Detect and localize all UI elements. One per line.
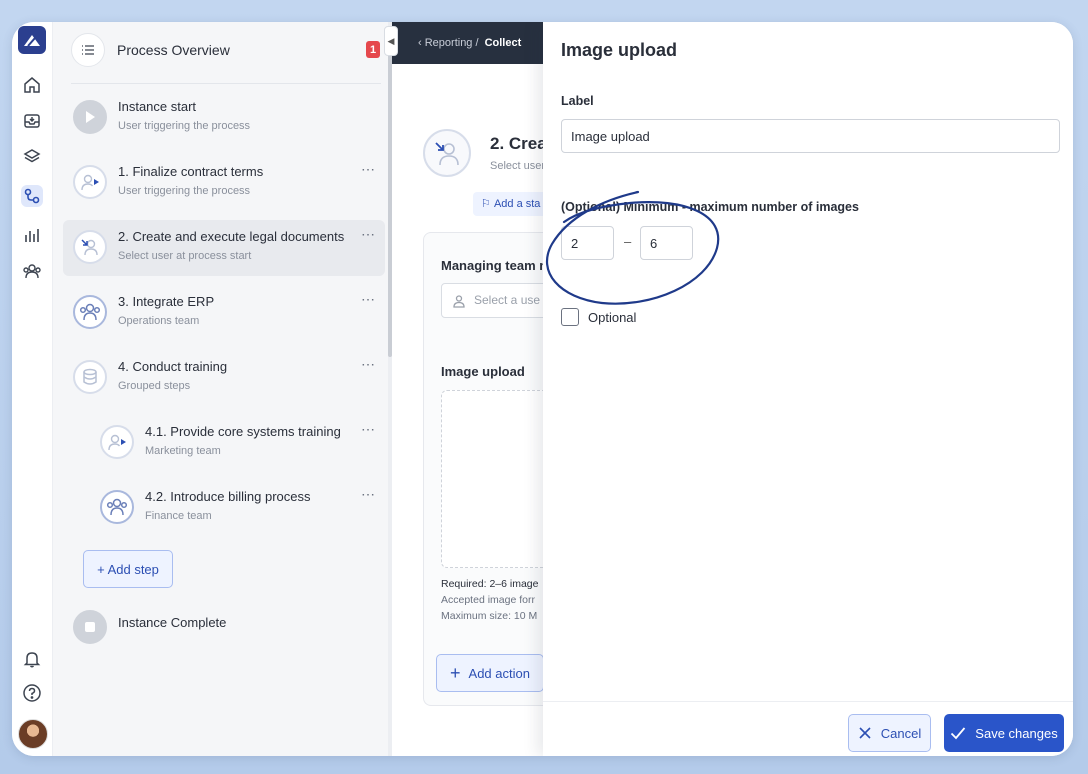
flag-icon: ⚐: [481, 198, 491, 210]
label-input[interactable]: [561, 119, 1060, 153]
layers-icon[interactable]: [21, 146, 43, 168]
min-images-input[interactable]: [561, 226, 614, 260]
step-subtitle: Grouped steps: [118, 380, 191, 392]
close-icon: [859, 727, 871, 739]
notification-badge: 1: [366, 41, 380, 58]
panel-title: Image upload: [561, 40, 678, 60]
range-separator: –: [624, 234, 632, 249]
max-images-input[interactable]: [640, 226, 693, 260]
step-subtitle: Operations team: [118, 315, 200, 327]
breadcrumb-reporting[interactable]: Reporting: [425, 37, 473, 49]
collapse-sidebar-button[interactable]: ◀: [384, 26, 398, 56]
add-step-button[interactable]: + Add step: [83, 550, 173, 588]
add-action-label: Add action: [468, 665, 530, 681]
step-title: 2. Create and execute legal documents: [118, 229, 345, 244]
step-title: Instance start: [118, 99, 197, 114]
team-icon: [100, 490, 134, 524]
user-assign-icon: [423, 129, 471, 177]
label-heading: Label: [561, 94, 594, 108]
divider: [71, 83, 381, 84]
step-instance-complete[interactable]: Instance Complete: [63, 600, 385, 656]
play-icon: [73, 100, 107, 134]
save-changes-button[interactable]: Save changes: [944, 714, 1064, 752]
analytics-icon[interactable]: [21, 224, 43, 246]
requirement-size: Maximum size: 10 M: [441, 610, 538, 622]
more-options-icon[interactable]: ⋯: [361, 421, 376, 438]
user-select-placeholder: Select a use: [474, 293, 541, 307]
logo-icon[interactable]: [18, 26, 46, 54]
step-subtitle: Finance team: [145, 510, 212, 522]
cancel-button[interactable]: Cancel: [848, 714, 931, 752]
step-title: 3. Integrate ERP: [118, 294, 215, 309]
requirement-count: Required: 2–6 image: [441, 578, 539, 590]
step-finalize-contract[interactable]: 1. Finalize contract terms User triggeri…: [63, 155, 385, 211]
optional-checkbox-label[interactable]: Optional: [588, 310, 636, 325]
process-overview-title: Process Overview: [117, 42, 230, 58]
cancel-label: Cancel: [880, 725, 922, 741]
more-options-icon[interactable]: ⋯: [361, 291, 376, 308]
step-title: Instance Complete: [118, 615, 227, 630]
app-window: Process Overview 1 Instance start User t…: [12, 22, 1073, 756]
step-core-systems-training[interactable]: 4.1. Provide core systems training Marke…: [63, 415, 385, 471]
inbox-icon[interactable]: [21, 110, 43, 132]
step-subtitle: Marketing team: [145, 445, 221, 457]
user-icon: [453, 295, 465, 308]
icon-rail: [12, 22, 53, 756]
image-upload-panel: Image upload Label (Optional) Minimum - …: [543, 22, 1073, 756]
team-icon: [73, 295, 107, 329]
help-icon[interactable]: [21, 682, 43, 704]
home-icon[interactable]: [21, 74, 43, 96]
user-play-icon: [100, 425, 134, 459]
user-play-icon: [73, 165, 107, 199]
process-overview-header[interactable]: Process Overview 1: [71, 33, 381, 67]
bell-icon[interactable]: [21, 648, 43, 670]
stop-icon: [73, 610, 107, 644]
user-assign-icon: [73, 230, 107, 264]
upload-requirements: Required: 2–6 image Accepted image forr …: [441, 576, 538, 624]
plus-icon: +: [450, 662, 461, 683]
more-options-icon[interactable]: ⋯: [361, 486, 376, 503]
step-integrate-erp[interactable]: 3. Integrate ERP Operations team ⋯: [63, 285, 385, 341]
check-icon: [951, 727, 966, 740]
more-options-icon[interactable]: ⋯: [361, 226, 376, 243]
step-introduce-billing[interactable]: 4.2. Introduce billing process Finance t…: [63, 480, 385, 536]
step-title: 1. Finalize contract terms: [118, 164, 264, 179]
team-icon[interactable]: [21, 260, 43, 282]
more-options-icon[interactable]: ⋯: [361, 161, 376, 178]
breadcrumb: ‹ Reporting / Collect: [392, 22, 552, 64]
breadcrumb-current[interactable]: Collect: [485, 37, 522, 49]
stack-icon: [73, 360, 107, 394]
step-title: 4.2. Introduce billing process: [145, 489, 311, 504]
list-icon: [71, 33, 105, 67]
step-conduct-training[interactable]: 4. Conduct training Grouped steps ⋯: [63, 350, 385, 406]
add-status-label: Add a sta: [493, 198, 541, 210]
step-title: 4. Conduct training: [118, 359, 228, 374]
step-subtitle: User triggering the process: [118, 120, 251, 132]
requirement-format: Accepted image forr: [441, 594, 535, 606]
save-changes-label: Save changes: [975, 725, 1058, 741]
step-assignment: Select user: [490, 160, 546, 172]
workflow-icon[interactable]: [21, 185, 43, 207]
add-action-button[interactable]: + Add action: [436, 654, 544, 692]
image-count-range-label: (Optional) Minimum - maximum number of i…: [561, 200, 859, 214]
step-subtitle: User triggering the process: [118, 185, 251, 197]
step-instance-start[interactable]: Instance start User triggering the proce…: [63, 90, 385, 146]
optional-checkbox[interactable]: [561, 308, 579, 326]
back-chevron-icon[interactable]: ‹: [418, 37, 422, 49]
process-sidebar: Process Overview 1 Instance start User t…: [53, 22, 389, 756]
step-title: 4.1. Provide core systems training: [145, 424, 341, 439]
footer-divider: [543, 701, 1073, 702]
image-upload-field-label: Image upload: [441, 364, 525, 379]
step-create-legal-docs[interactable]: 2. Create and execute legal documents Se…: [63, 220, 385, 276]
managing-team-label: Managing team m: [441, 258, 551, 273]
avatar[interactable]: [18, 719, 48, 749]
step-subtitle: Select user at process start: [118, 250, 252, 262]
breadcrumb-separator: /: [475, 37, 479, 49]
more-options-icon[interactable]: ⋯: [361, 356, 376, 373]
